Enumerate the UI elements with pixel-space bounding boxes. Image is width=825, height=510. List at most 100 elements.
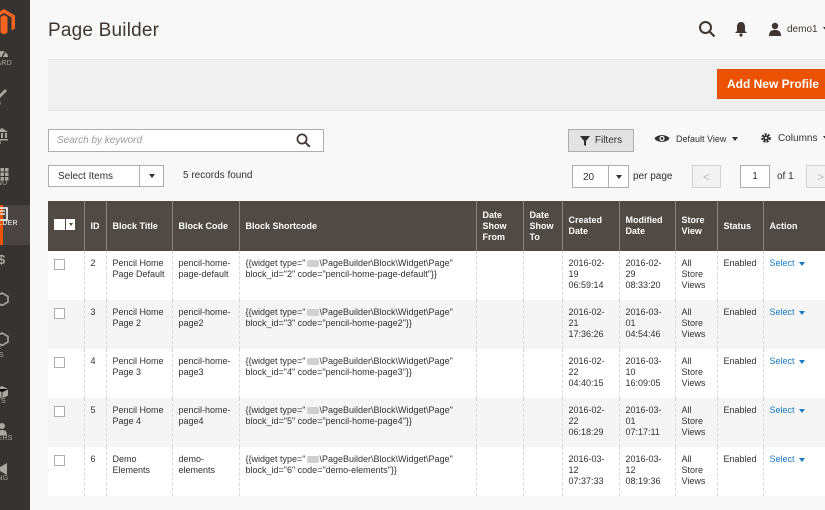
- total-pages-label: of 1: [777, 171, 794, 182]
- search-icon[interactable]: [296, 133, 311, 148]
- filters-button[interactable]: Filters: [568, 129, 634, 152]
- row-action-select[interactable]: Select: [770, 258, 805, 269]
- previous-page-button[interactable]: <: [692, 165, 721, 188]
- cell-status: Enabled: [716, 349, 763, 398]
- column-header[interactable]: Modified Date: [618, 201, 675, 251]
- cell-block-code: pencil-home-page2: [171, 300, 239, 349]
- sidebar-item-label: OMERS: [0, 435, 13, 442]
- cell-store-view: All Store Views: [674, 398, 717, 447]
- row-action-select[interactable]: Select: [770, 356, 805, 367]
- column-header[interactable]: Action: [762, 201, 825, 251]
- search-input[interactable]: [49, 130, 279, 151]
- sidebar-item[interactable]: BOARD: [0, 45, 30, 85]
- add-new-profile-button[interactable]: Add New Profile: [717, 69, 825, 99]
- shortcode-start: {{widget type=": [245, 307, 306, 317]
- chevron-down-icon: [798, 408, 805, 413]
- page-icon: [0, 207, 8, 221]
- chevron-down-icon: [608, 166, 628, 187]
- sidebar-item[interactable]: ETING: [0, 460, 30, 500]
- cell-block-code: pencil-home-page4: [171, 398, 239, 447]
- cell-block-shortcode: {{widget type=" \PageBuilder\Block\Widget…: [238, 349, 476, 398]
- cell-date-to: [522, 398, 562, 447]
- shortcode-start: {{widget type=": [245, 454, 306, 464]
- next-page-button[interactable]: >: [806, 165, 825, 188]
- columns-dropdown[interactable]: Columns: [760, 132, 825, 144]
- cell-block-shortcode: {{widget type=" \PageBuilder\Block\Widget…: [238, 447, 476, 496]
- mass-action-select[interactable]: Select Items: [48, 165, 164, 187]
- row-checkbox[interactable]: [54, 406, 65, 417]
- user-icon: [769, 22, 781, 36]
- row-action-label: Select: [769, 454, 795, 464]
- row-action-select[interactable]: Select: [770, 405, 805, 416]
- row-checkbox[interactable]: [54, 357, 65, 368]
- columns-label: Columns: [778, 132, 818, 144]
- cell-modified-date: 2016-02-29 08:33:20: [618, 251, 675, 300]
- cell-status: Enabled: [716, 447, 763, 496]
- row-checkbox[interactable]: [54, 455, 65, 466]
- table-row[interactable]: 5 Pencil Home Page 4 pencil-home-page4 {{wi…: [48, 398, 825, 447]
- cell-date-from: [475, 251, 523, 300]
- sidebar-item[interactable]: BUILDER: [0, 205, 30, 245]
- cell-created-date: 2016-03-12 07:37:33: [561, 447, 619, 496]
- table-row[interactable]: 6 Demo Elements demo-elements {{widget type…: [48, 447, 825, 496]
- sidebar-item[interactable]: MENU: [0, 165, 30, 205]
- magento-logo-icon[interactable]: [0, 8, 16, 36]
- row-action-select[interactable]: Select: [770, 307, 805, 318]
- row-checkbox[interactable]: [54, 259, 65, 270]
- current-page-input[interactable]: 1: [740, 165, 770, 188]
- notifications-bell-icon[interactable]: [734, 21, 748, 37]
- column-header[interactable]: Date Show From: [475, 201, 523, 251]
- table-row[interactable]: 4 Pencil Home Page 3 pencil-home-page3 {{wi…: [48, 349, 825, 398]
- sidebar-item-label: EME INGS: [0, 344, 4, 359]
- table-row[interactable]: 2 Pencil Home Page Default pencil-home-pag…: [48, 251, 825, 300]
- column-header[interactable]: Date Show To: [522, 201, 562, 251]
- default-view-dropdown[interactable]: Default View: [654, 133, 739, 144]
- chevron-down-icon: [798, 457, 805, 462]
- grid-body: 2 Pencil Home Page Default pencil-home-pag…: [48, 251, 825, 496]
- page-title: Page Builder: [48, 20, 160, 41]
- column-header[interactable]: Created Date: [561, 201, 619, 251]
- cell-store-view: All Store Views: [674, 251, 717, 300]
- column-header[interactable]: Status: [716, 201, 763, 251]
- cell-store-view: All Store Views: [674, 349, 717, 398]
- sidebar-item[interactable]: UCTS: [0, 383, 30, 423]
- row-action-select[interactable]: Select: [770, 454, 805, 465]
- cell-id: 4: [83, 349, 106, 398]
- column-header[interactable]: Store View: [674, 201, 717, 251]
- gear-icon: [761, 133, 771, 143]
- chevron-down-icon: [732, 136, 739, 141]
- sidebar-item-label: AND: [0, 140, 1, 147]
- app-root: BOARD LOG AND MENU BUILDER $LESUP EME INGS UCTS…: [0, 0, 825, 510]
- cell-modified-date: 2016-03-12 08:19:36: [618, 447, 675, 496]
- cell-id: 3: [83, 300, 106, 349]
- cell-action: Select: [762, 398, 825, 447]
- cell-created-date: 2016-02-22 04:40:15: [561, 349, 619, 398]
- sidebar-item[interactable]: AND: [0, 125, 30, 165]
- sidebar-item-label: BUILDER: [0, 220, 18, 227]
- redacted-vendor: [306, 358, 319, 366]
- redacted-vendor: [306, 407, 319, 415]
- column-header[interactable]: Block Code: [171, 201, 239, 251]
- column-header[interactable]: Block Shortcode: [238, 201, 476, 251]
- cell-id: 2: [83, 251, 106, 300]
- sidebar-item[interactable]: EME INGS: [0, 330, 30, 370]
- sidebar-item[interactable]: $LES: [0, 250, 30, 290]
- column-header[interactable]: Block Title: [105, 201, 172, 251]
- global-search-icon[interactable]: [698, 20, 716, 38]
- mass-select-checkbox[interactable]: [54, 219, 75, 230]
- column-header[interactable]: ID: [83, 201, 106, 251]
- table-row[interactable]: 3 Pencil Home Page 2 pencil-home-page2 {{wi…: [48, 300, 825, 349]
- cell-block-code: demo-elements: [171, 447, 239, 496]
- sidebar-item[interactable]: LOG: [0, 85, 30, 125]
- page-size-select[interactable]: 20: [572, 165, 629, 188]
- cell-block-title: Pencil Home Page 2: [105, 300, 172, 349]
- cell-store-view: All Store Views: [674, 447, 717, 496]
- user-account-menu[interactable]: demo1: [768, 20, 825, 38]
- cell-modified-date: 2016-03-01 07:17:11: [618, 398, 675, 447]
- sidebar-item-label: ETING: [0, 475, 9, 482]
- sidebar-item[interactable]: OMERS: [0, 420, 30, 460]
- row-checkbox[interactable]: [54, 308, 65, 319]
- grid-icon: [0, 168, 9, 181]
- sidebar-item[interactable]: UP: [0, 290, 30, 330]
- mass-select-header[interactable]: [48, 201, 84, 251]
